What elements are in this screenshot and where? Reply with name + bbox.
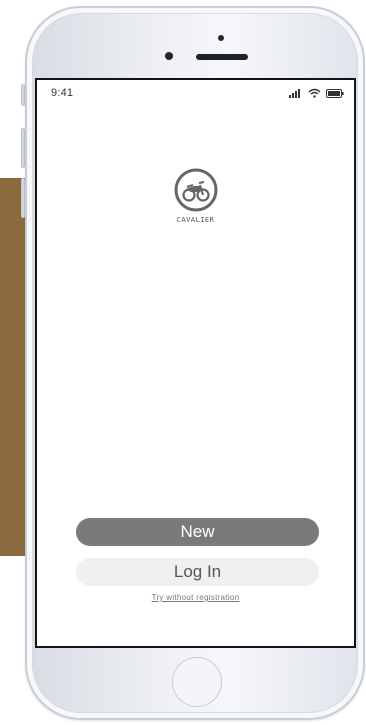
battery-icon bbox=[326, 88, 344, 98]
new-button[interactable]: New bbox=[76, 518, 319, 546]
login-button[interactable]: Log In bbox=[76, 558, 319, 586]
brand-name: CAVALIER bbox=[176, 216, 215, 224]
home-button bbox=[172, 657, 222, 707]
status-time: 9:41 bbox=[51, 87, 74, 99]
earpiece-speaker bbox=[196, 54, 248, 60]
brand-logo: CAVALIER bbox=[37, 168, 354, 224]
sensor-dot bbox=[218, 35, 224, 41]
screenshot-stage: 9:41 CAVALIER New Log In Try without reg… bbox=[0, 0, 366, 725]
app-screen: 9:41 CAVALIER New Log In Try without reg… bbox=[35, 78, 356, 648]
signal-icon bbox=[289, 88, 303, 98]
front-camera bbox=[165, 52, 173, 60]
try-without-registration-link[interactable]: Try without registration bbox=[37, 593, 354, 602]
wifi-icon bbox=[308, 88, 321, 98]
motorcycle-logo-icon bbox=[174, 168, 218, 212]
status-icons bbox=[289, 87, 344, 99]
